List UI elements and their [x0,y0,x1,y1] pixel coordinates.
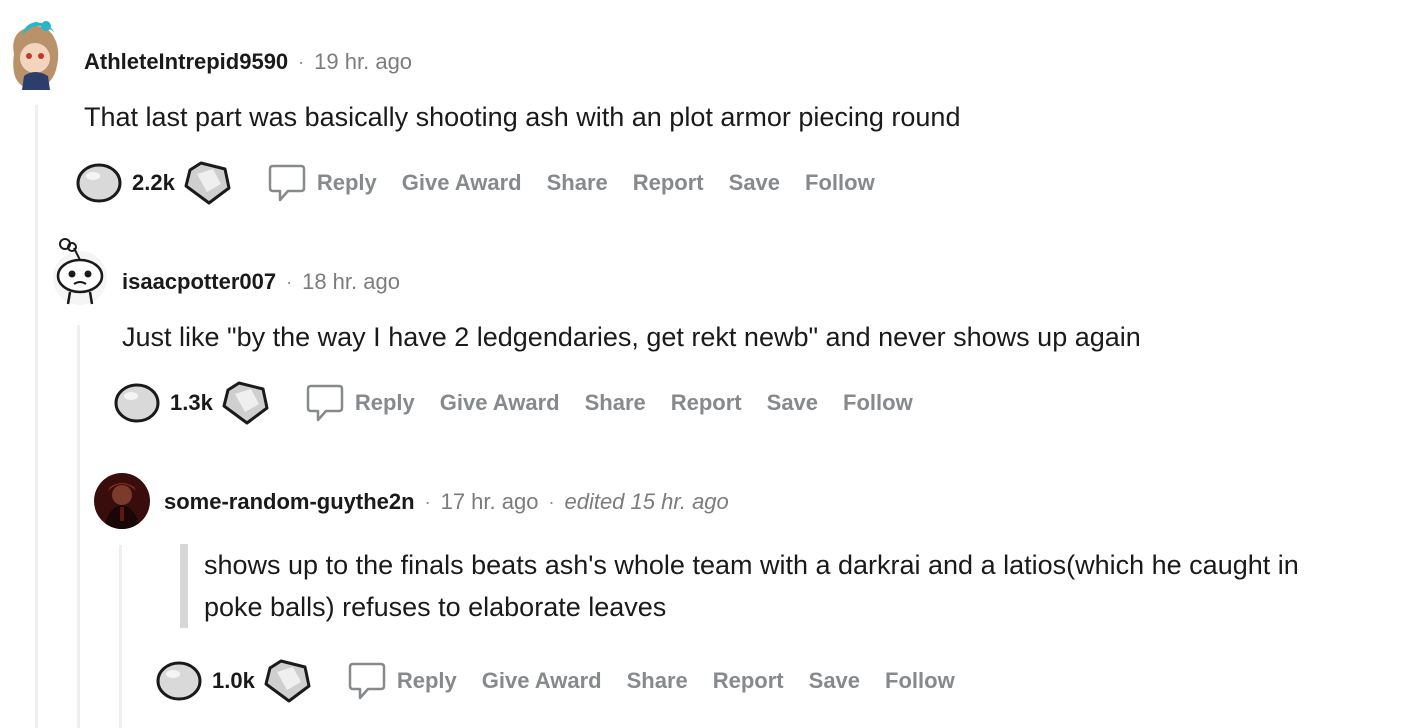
avatar[interactable] [94,473,150,529]
username[interactable]: AthleteIntrepid9590 [84,49,288,75]
report-button[interactable]: Report [671,390,742,416]
comment-actions: 2.2k Reply Give Award Share Report Save … [76,159,900,207]
avatar[interactable] [6,14,64,92]
comment-header: AthleteIntrepid9590 · 19 hr. ago [84,42,412,82]
report-button[interactable]: Report [713,668,784,694]
timestamp[interactable]: 19 hr. ago [314,49,412,75]
meta-separator: · [548,491,555,512]
share-button[interactable]: Share [547,170,608,196]
vote-score: 1.3k [170,390,213,415]
username[interactable]: isaacpotter007 [122,269,276,295]
comment-header: isaacpotter007 · 18 hr. ago [122,262,400,302]
award-gem-icon[interactable] [181,159,233,207]
comment-body: Just like "by the way I have 2 ledgendar… [122,322,1141,352]
thread-line-2[interactable] [77,325,80,728]
meta-separator: · [298,51,305,72]
vote-score: 2.2k [132,170,175,195]
reply-bubble-icon[interactable] [305,383,345,423]
reply-bubble-icon[interactable] [267,163,307,203]
share-button[interactable]: Share [627,668,688,694]
reply-button[interactable]: Reply [355,390,415,416]
share-button[interactable]: Share [585,390,646,416]
follow-button[interactable]: Follow [843,390,913,416]
comment-actions: 1.3k Reply Give Award Share Report Save … [114,379,938,427]
award-gem-icon[interactable] [219,379,271,427]
report-button[interactable]: Report [633,170,704,196]
username[interactable]: some-random-guythe2n [164,489,415,515]
comment-header: some-random-guythe2n · 17 hr. ago · edit… [164,482,729,522]
quote-block: shows up to the finals beats ash's whole… [180,544,1324,628]
reply-button[interactable]: Reply [317,170,377,196]
give-award-button[interactable]: Give Award [440,390,560,416]
save-button[interactable]: Save [729,170,780,196]
timestamp[interactable]: 17 hr. ago [441,489,539,515]
give-award-button[interactable]: Give Award [402,170,522,196]
give-award-button[interactable]: Give Award [482,668,602,694]
award-gem-icon[interactable] [261,657,313,705]
reply-bubble-icon[interactable] [347,661,387,701]
vote-score: 1.0k [212,668,255,693]
comment-body: That last part was basically shooting as… [84,102,961,132]
thread-line-3[interactable] [119,545,122,728]
save-button[interactable]: Save [767,390,818,416]
upvote-orb-icon[interactable] [156,661,202,701]
avatar[interactable] [50,236,110,308]
timestamp[interactable]: 18 hr. ago [302,269,400,295]
upvote-orb-icon[interactable] [76,163,122,203]
reply-button[interactable]: Reply [397,668,457,694]
follow-button[interactable]: Follow [805,170,875,196]
edited-timestamp: edited 15 hr. ago [564,489,729,514]
follow-button[interactable]: Follow [885,668,955,694]
upvote-orb-icon[interactable] [114,383,160,423]
comment-body: shows up to the finals beats ash's whole… [204,550,1299,622]
comment-actions: 1.0k Reply Give Award Share Report Save … [156,657,980,705]
save-button[interactable]: Save [809,668,860,694]
thread-line-1[interactable] [35,105,38,728]
meta-separator: · [424,491,431,512]
meta-separator: · [286,271,293,292]
